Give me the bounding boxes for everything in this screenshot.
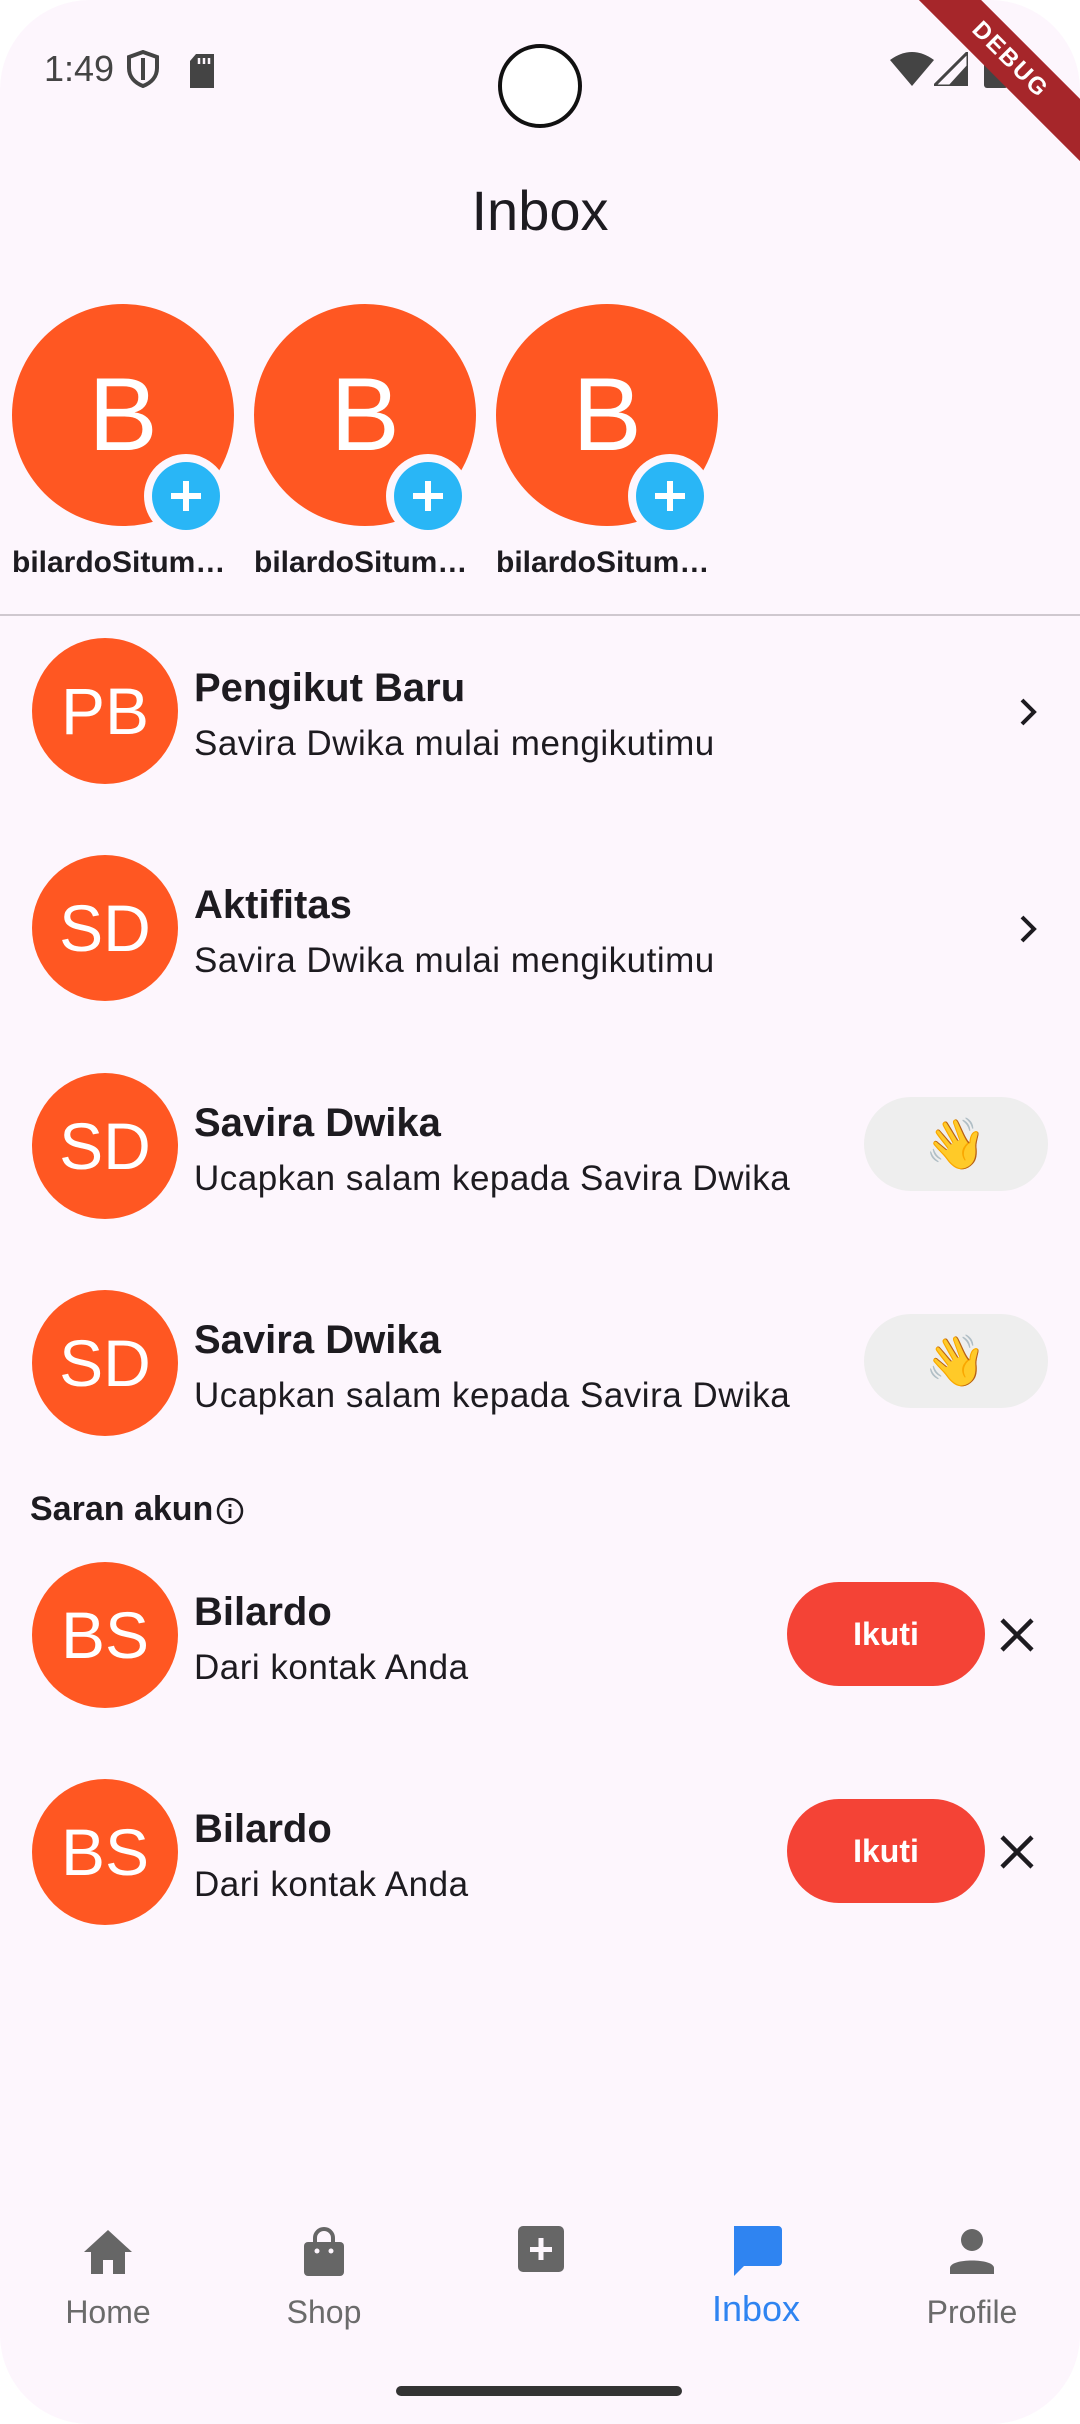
story-username: bilardoSitumorang <box>12 546 234 579</box>
notification-subtitle: Savira Dwika mulai mengikutimu <box>194 941 715 980</box>
plus-icon <box>152 462 220 530</box>
nav-home[interactable]: Home <box>8 2224 208 2344</box>
suggestion-name: Bilardo <box>194 1807 332 1851</box>
suggestions-heading: Saran akun <box>30 1490 245 1529</box>
waving-hand-icon: 👋 <box>924 1116 988 1172</box>
status-time: 1:49 <box>44 48 115 89</box>
avatar: SD <box>32 1073 178 1219</box>
notification-subtitle: Savira Dwika mulai mengikutimu <box>194 724 715 763</box>
nav-add[interactable] <box>440 2224 640 2344</box>
notification-greet[interactable]: SD Savira Dwika Ucapkan salam kepada Sav… <box>0 1073 1080 1253</box>
suggestion-subtitle: Dari kontak Anda <box>194 1648 469 1687</box>
divider <box>0 614 1080 616</box>
info-icon[interactable] <box>215 1496 245 1526</box>
nav-shop[interactable]: Shop <box>224 2224 424 2344</box>
notification-greet[interactable]: SD Savira Dwika Ucapkan salam kepada Sav… <box>0 1290 1080 1470</box>
avatar: PB <box>32 638 178 784</box>
close-icon[interactable] <box>996 1831 1038 1873</box>
avatar: SD <box>32 1290 178 1436</box>
plus-icon <box>636 462 704 530</box>
story-username: bilardoSitumorang <box>496 546 718 579</box>
avatar: BS <box>32 1779 178 1925</box>
add-story-badge[interactable] <box>144 454 228 538</box>
follow-button[interactable]: Ikuti <box>787 1799 985 1903</box>
add-story-badge[interactable] <box>628 454 712 538</box>
avatar: SD <box>32 855 178 1001</box>
wave-button[interactable]: 👋 <box>864 1314 1048 1408</box>
suggestion-item[interactable]: BS Bilardo Dari kontak Anda Ikuti <box>0 1779 1080 1959</box>
story-item[interactable]: B bilardoSitumorang <box>4 304 234 594</box>
home-icon <box>84 2230 132 2274</box>
notification-subtitle: Ucapkan salam kepada Savira Dwika <box>194 1376 791 1415</box>
nav-profile[interactable]: Profile <box>872 2224 1072 2344</box>
avatar: BS <box>32 1562 178 1708</box>
chevron-right-icon[interactable] <box>1010 911 1046 947</box>
phone-screen: 1:49 DEBUG Inbox B bilardoSitumorang <box>0 0 1080 2424</box>
nav-inbox[interactable]: Inbox <box>656 2224 856 2344</box>
suggestion-subtitle: Dari kontak Anda <box>194 1865 469 1904</box>
waving-hand-icon: 👋 <box>924 1333 988 1389</box>
add-box-icon <box>518 2226 564 2272</box>
notification-activity[interactable]: SD Aktifitas Savira Dwika mulai mengikut… <box>0 855 1080 1035</box>
story-item[interactable]: B bilardoSitumorang <box>246 304 476 594</box>
page-title: Inbox <box>471 179 609 242</box>
plus-icon <box>394 462 462 530</box>
notification-title: Pengikut Baru <box>194 666 466 710</box>
suggestion-name: Bilardo <box>194 1590 332 1634</box>
shopping-bag-icon <box>304 2227 344 2276</box>
chat-icon <box>734 2226 782 2276</box>
signal-icon <box>934 52 968 86</box>
nav-label: Inbox <box>711 2288 801 2329</box>
suggestion-item[interactable]: BS Bilardo Dari kontak Anda Ikuti <box>0 1562 1080 1742</box>
status-bar: 1:49 DEBUG <box>0 0 1080 175</box>
story-username: bilardoSitumorang <box>254 546 476 579</box>
story-item[interactable]: B bilardoSitumorang <box>488 304 718 594</box>
wave-button[interactable]: 👋 <box>864 1097 1048 1191</box>
notification-subtitle: Ucapkan salam kepada Savira Dwika <box>194 1159 791 1198</box>
shield-icon <box>127 50 159 88</box>
nav-label: Home <box>65 2294 151 2330</box>
close-icon[interactable] <box>996 1614 1038 1656</box>
follow-button[interactable]: Ikuti <box>787 1582 985 1686</box>
notification-title: Aktifitas <box>194 883 352 927</box>
notification-title: Savira Dwika <box>194 1101 441 1145</box>
notification-new-followers[interactable]: PB Pengikut Baru Savira Dwika mulai meng… <box>0 638 1080 818</box>
wifi-icon <box>890 52 934 86</box>
chevron-right-icon[interactable] <box>1010 694 1046 730</box>
notification-title: Savira Dwika <box>194 1318 441 1362</box>
nav-label: Profile <box>926 2294 1018 2330</box>
sd-card-icon <box>190 54 214 88</box>
person-icon <box>950 2229 994 2274</box>
nav-label: Shop <box>286 2294 362 2330</box>
suggestions-title: Saran akun <box>30 1490 214 1528</box>
add-story-badge[interactable] <box>386 454 470 538</box>
home-indicator[interactable] <box>396 2386 682 2396</box>
camera-cutout <box>498 44 582 128</box>
